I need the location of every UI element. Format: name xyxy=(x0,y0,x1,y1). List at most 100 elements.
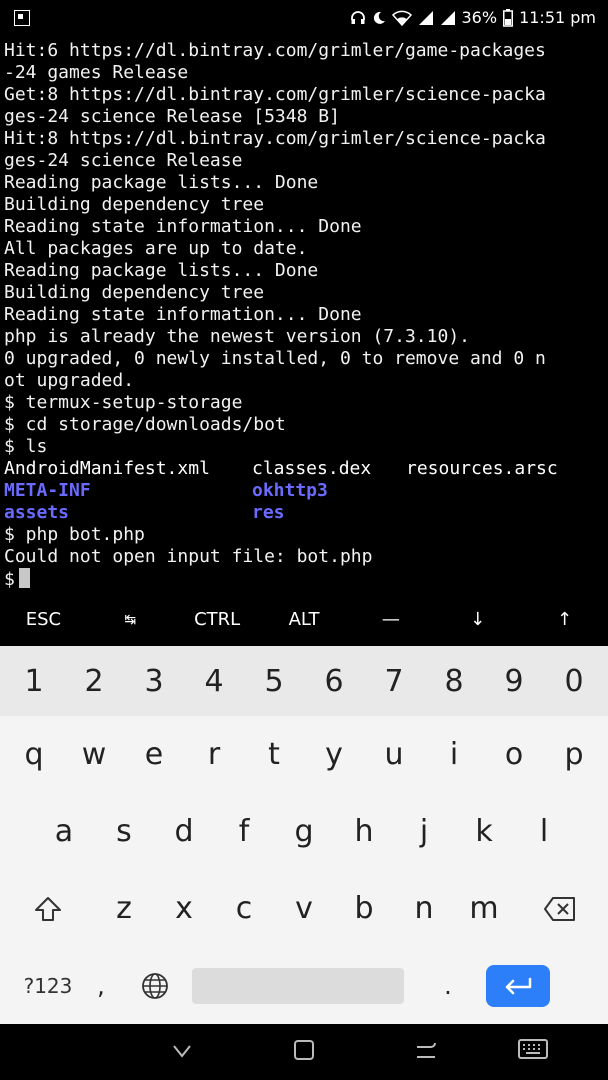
key-w[interactable]: w xyxy=(64,716,124,793)
keyboard-icon[interactable] xyxy=(518,1038,548,1060)
key-g[interactable]: g xyxy=(274,793,334,870)
key-c[interactable]: c xyxy=(214,870,274,947)
key-e[interactable]: e xyxy=(124,716,184,793)
terminal-line: Building dependency tree xyxy=(4,282,265,303)
battery-percentage: 36% xyxy=(461,8,498,27)
key-b[interactable]: b xyxy=(334,870,394,947)
globe-icon xyxy=(142,972,168,999)
signal-icon xyxy=(418,10,433,25)
key-3[interactable]: 3 xyxy=(124,646,184,716)
terminal-line: $ ls xyxy=(4,436,48,457)
ls-entry-file: AndroidManifest.xml xyxy=(4,458,210,479)
key-r[interactable]: r xyxy=(184,716,244,793)
key-s[interactable]: s xyxy=(94,793,154,870)
letter-row-2: a s d f g h j k l xyxy=(0,793,608,870)
key-4[interactable]: 4 xyxy=(184,646,244,716)
key-y[interactable]: y xyxy=(304,716,364,793)
terminal-line: Reading state information... Done xyxy=(4,304,362,325)
terminal-line: Hit:8 https://dl.bintray.com/grimler/sci… xyxy=(4,128,546,149)
enter-key[interactable] xyxy=(486,964,550,1007)
ls-entry-file: classes.dex xyxy=(252,458,372,479)
shift-key[interactable] xyxy=(18,870,78,947)
key-9[interactable]: 9 xyxy=(484,646,544,716)
key-k[interactable]: k xyxy=(454,793,514,870)
key-n[interactable]: n xyxy=(394,870,454,947)
terminal-line: Could not open input file: bot.php xyxy=(4,546,373,567)
terminal-line: Reading package lists... Done xyxy=(4,260,319,281)
terminal-line: Reading package lists... Done xyxy=(4,172,319,193)
ls-output-row: AndroidManifest.xml classes.dex resource… xyxy=(4,458,604,480)
terminal-line: Building dependency tree xyxy=(4,194,265,215)
arrow-up-key[interactable]: ↑ xyxy=(521,600,608,646)
terminal-line: -24 games Release xyxy=(4,62,189,83)
key-f[interactable]: f xyxy=(214,793,274,870)
terminal-line: $ php bot.php xyxy=(4,524,145,545)
ls-entry-directory: META-INF xyxy=(4,480,91,501)
back-icon[interactable] xyxy=(414,1038,438,1062)
shift-icon xyxy=(35,896,61,921)
key-m[interactable]: m xyxy=(454,870,514,947)
terminal-line: All packages are up to date. xyxy=(4,238,308,259)
key-l[interactable]: l xyxy=(514,793,574,870)
letter-row-1: q w e r t y u i o p xyxy=(0,716,608,793)
key-v[interactable]: v xyxy=(274,870,334,947)
key-j[interactable]: j xyxy=(394,793,454,870)
key-d[interactable]: d xyxy=(154,793,214,870)
soft-keyboard: 1 2 3 4 5 6 7 8 9 0 q w e r t y u i o p … xyxy=(0,646,608,1024)
ctrl-key[interactable]: CTRL xyxy=(174,600,261,646)
headphones-icon xyxy=(350,10,365,24)
key-p[interactable]: p xyxy=(544,716,604,793)
terminal-line: Reading state information... Done xyxy=(4,216,362,237)
terminal-line: Get:8 https://dl.bintray.com/grimler/sci… xyxy=(4,84,546,105)
dash-key[interactable]: — xyxy=(347,600,434,646)
alt-key[interactable]: ALT xyxy=(261,600,348,646)
tab-key[interactable]: ↹ xyxy=(87,600,174,646)
terminal-output[interactable]: Hit:6 https://dl.bintray.com/grimler/gam… xyxy=(4,40,604,600)
terminal-prompt-line[interactable]: $ xyxy=(4,568,604,590)
backspace-key[interactable] xyxy=(530,870,590,947)
key-8[interactable]: 8 xyxy=(424,646,484,716)
hide-keyboard-icon[interactable] xyxy=(170,1038,194,1062)
signal-icon xyxy=(440,10,455,25)
prompt: $ xyxy=(4,569,15,590)
terminal-line: ges-24 science Release [5348 B] xyxy=(4,106,340,127)
terminal-line: ot upgraded. xyxy=(4,370,135,391)
key-x[interactable]: x xyxy=(154,870,214,947)
number-row: 1 2 3 4 5 6 7 8 9 0 xyxy=(0,646,608,716)
extra-keys-row: ESC ↹ CTRL ALT — ↓ ↑ xyxy=(0,600,608,646)
key-z[interactable]: z xyxy=(94,870,154,947)
navigation-bar xyxy=(0,1024,608,1080)
period-key[interactable]: . xyxy=(410,947,486,1024)
key-a[interactable]: a xyxy=(34,793,94,870)
terminal-line: $ termux-setup-storage xyxy=(4,392,243,413)
key-o[interactable]: o xyxy=(484,716,544,793)
home-icon[interactable] xyxy=(292,1038,316,1062)
status-icons: 36% 11:51 pm xyxy=(350,8,596,27)
key-5[interactable]: 5 xyxy=(244,646,304,716)
key-u[interactable]: u xyxy=(364,716,424,793)
key-h[interactable]: h xyxy=(334,793,394,870)
arrow-down-key[interactable]: ↓ xyxy=(434,600,521,646)
backspace-icon xyxy=(544,896,575,921)
terminal-cursor xyxy=(18,568,30,588)
ls-output-row: META-INF okhttp3 xyxy=(4,480,604,502)
key-2[interactable]: 2 xyxy=(64,646,124,716)
space-bar[interactable] xyxy=(192,967,404,1004)
language-key[interactable] xyxy=(124,947,186,1024)
ls-entry-directory: okhttp3 xyxy=(252,480,328,501)
symbols-key[interactable]: ?123 xyxy=(18,947,78,1024)
ls-output-row: assets res xyxy=(4,502,604,524)
key-1[interactable]: 1 xyxy=(4,646,64,716)
esc-key[interactable]: ESC xyxy=(0,600,87,646)
key-q[interactable]: q xyxy=(4,716,64,793)
terminal-line: php is already the newest version (7.3.1… xyxy=(4,326,470,347)
terminal-line: 0 upgraded, 0 newly installed, 0 to remo… xyxy=(4,348,546,369)
battery-icon xyxy=(503,8,514,27)
comma-key[interactable]: , xyxy=(78,947,124,1024)
key-7[interactable]: 7 xyxy=(364,646,424,716)
key-i[interactable]: i xyxy=(424,716,484,793)
key-0[interactable]: 0 xyxy=(544,646,604,716)
key-t[interactable]: t xyxy=(244,716,304,793)
ls-entry-directory: res xyxy=(252,502,285,523)
key-6[interactable]: 6 xyxy=(304,646,364,716)
